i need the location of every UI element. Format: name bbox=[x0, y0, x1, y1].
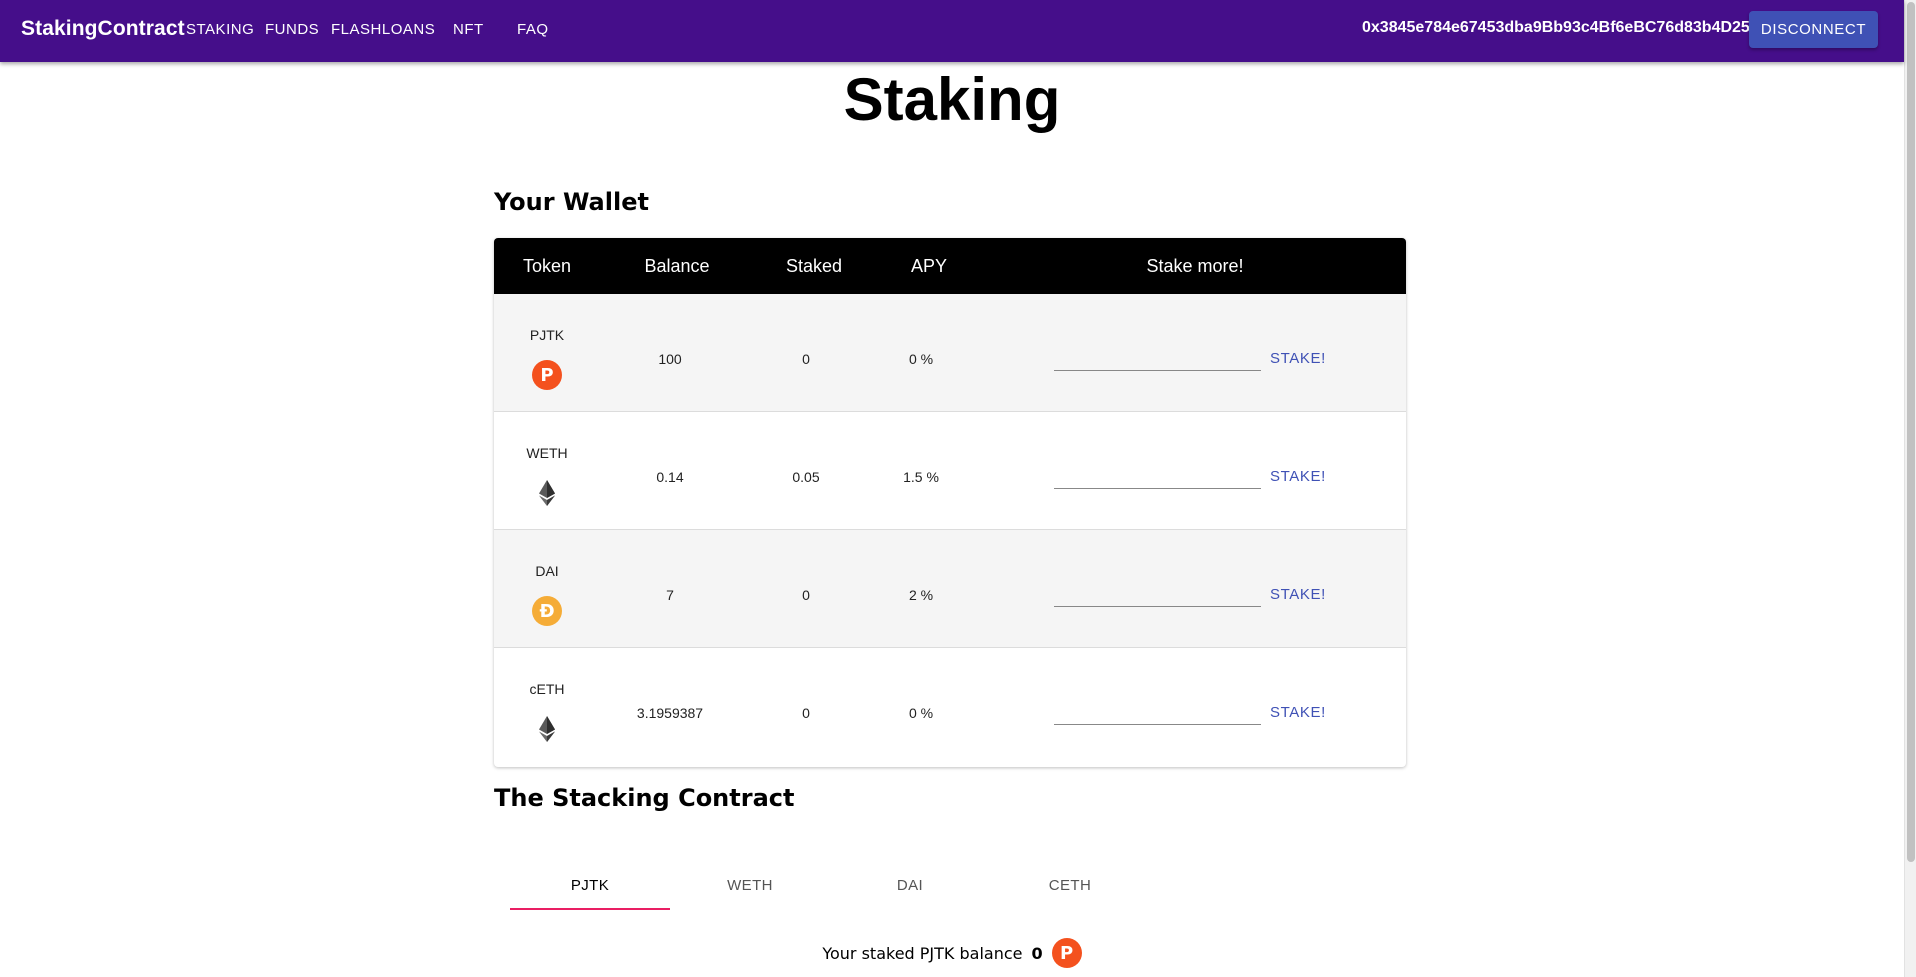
stake-button[interactable]: STAKE! bbox=[1270, 350, 1326, 367]
dai-icon: Đ bbox=[532, 596, 562, 626]
balance-cell: 7 bbox=[666, 587, 674, 603]
stake-amount-input[interactable] bbox=[1054, 582, 1261, 607]
balance-cell: 100 bbox=[658, 351, 682, 367]
apy-cell: 0 % bbox=[908, 351, 934, 367]
table-row: WETH 0.14 0.05 1.5 % STAKE! bbox=[494, 412, 1406, 530]
header-token: Token bbox=[522, 256, 572, 276]
nav-nft[interactable]: NFT bbox=[453, 21, 484, 38]
nav-faq[interactable]: FAQ bbox=[517, 21, 549, 38]
staked-balance-value: 0 bbox=[1031, 943, 1043, 963]
staked-cell: 0.05 bbox=[792, 469, 820, 485]
page-title: Staking bbox=[843, 66, 1061, 133]
ethereum-icon bbox=[532, 714, 562, 744]
wallet-address: 0x3845e784e67453dba9Bb93c4Bf6eBC76d83b4D… bbox=[1362, 19, 1750, 36]
brand-title[interactable]: StakingContract bbox=[21, 17, 185, 41]
nav-staking[interactable]: STAKING bbox=[186, 21, 254, 38]
staked-balance-label: Your staked PJTK balance bbox=[822, 943, 1023, 963]
tab-pjtk[interactable]: PJTK bbox=[510, 877, 670, 894]
apy-cell: 1.5 % bbox=[903, 469, 939, 485]
tab-ceth[interactable]: CETH bbox=[990, 877, 1150, 894]
staked-cell: 0 bbox=[802, 587, 810, 603]
stake-button[interactable]: STAKE! bbox=[1270, 704, 1326, 721]
header-staked: Staked bbox=[785, 256, 843, 276]
app-bar: StakingContract STAKING FUNDS FLASHLOANS… bbox=[0, 0, 1904, 62]
tab-dai[interactable]: DAI bbox=[830, 877, 990, 894]
stake-button[interactable]: STAKE! bbox=[1270, 468, 1326, 485]
wallet-section-title: Your Wallet bbox=[494, 188, 649, 216]
disconnect-button[interactable]: DISCONNECT bbox=[1749, 11, 1878, 48]
table-row: cETH 3.1959387 0 0 % STAKE! bbox=[494, 648, 1406, 766]
nav-funds[interactable]: FUNDS bbox=[265, 21, 319, 38]
balance-cell: 3.1959387 bbox=[636, 705, 704, 721]
active-tab-indicator bbox=[510, 908, 670, 910]
ethereum-icon bbox=[532, 478, 562, 508]
token-name: PJTK bbox=[529, 327, 565, 343]
wallet-table: Token Balance Staked APY Stake more! PJT… bbox=[494, 238, 1406, 767]
pjtk-icon: P bbox=[1051, 938, 1082, 968]
page-scrollbar[interactable] bbox=[1904, 0, 1916, 977]
balance-cell: 0.14 bbox=[656, 469, 684, 485]
stake-amount-input[interactable] bbox=[1054, 464, 1261, 489]
nav-flashloans[interactable]: FLASHLOANS bbox=[331, 21, 435, 38]
table-row: DAI Đ 7 0 2 % STAKE! bbox=[494, 530, 1406, 648]
staked-balance: Your staked PJTK balance 0 P bbox=[0, 938, 1904, 968]
header-stake-more: Stake more! bbox=[1146, 256, 1244, 276]
staked-cell: 0 bbox=[802, 705, 810, 721]
apy-cell: 2 % bbox=[908, 587, 934, 603]
pjtk-icon: P bbox=[532, 360, 562, 390]
header-apy: APY bbox=[910, 256, 948, 276]
stake-amount-input[interactable] bbox=[1054, 700, 1261, 725]
tab-weth[interactable]: WETH bbox=[670, 877, 830, 894]
token-name: WETH bbox=[526, 445, 568, 461]
apy-cell: 0 % bbox=[908, 705, 934, 721]
table-row: PJTK P 100 0 0 % STAKE! bbox=[494, 294, 1406, 412]
token-tabs: PJTK WETH DAI CETH bbox=[510, 862, 1150, 912]
stake-amount-input[interactable] bbox=[1054, 346, 1261, 371]
token-name: DAI bbox=[535, 563, 559, 579]
stake-button[interactable]: STAKE! bbox=[1270, 586, 1326, 603]
header-balance: Balance bbox=[644, 256, 710, 276]
contract-section-title: The Stacking Contract bbox=[494, 784, 795, 812]
token-name: cETH bbox=[529, 681, 565, 697]
table-header: Token Balance Staked APY Stake more! bbox=[494, 238, 1406, 294]
scrollbar-thumb[interactable] bbox=[1907, 2, 1915, 862]
staked-cell: 0 bbox=[802, 351, 810, 367]
